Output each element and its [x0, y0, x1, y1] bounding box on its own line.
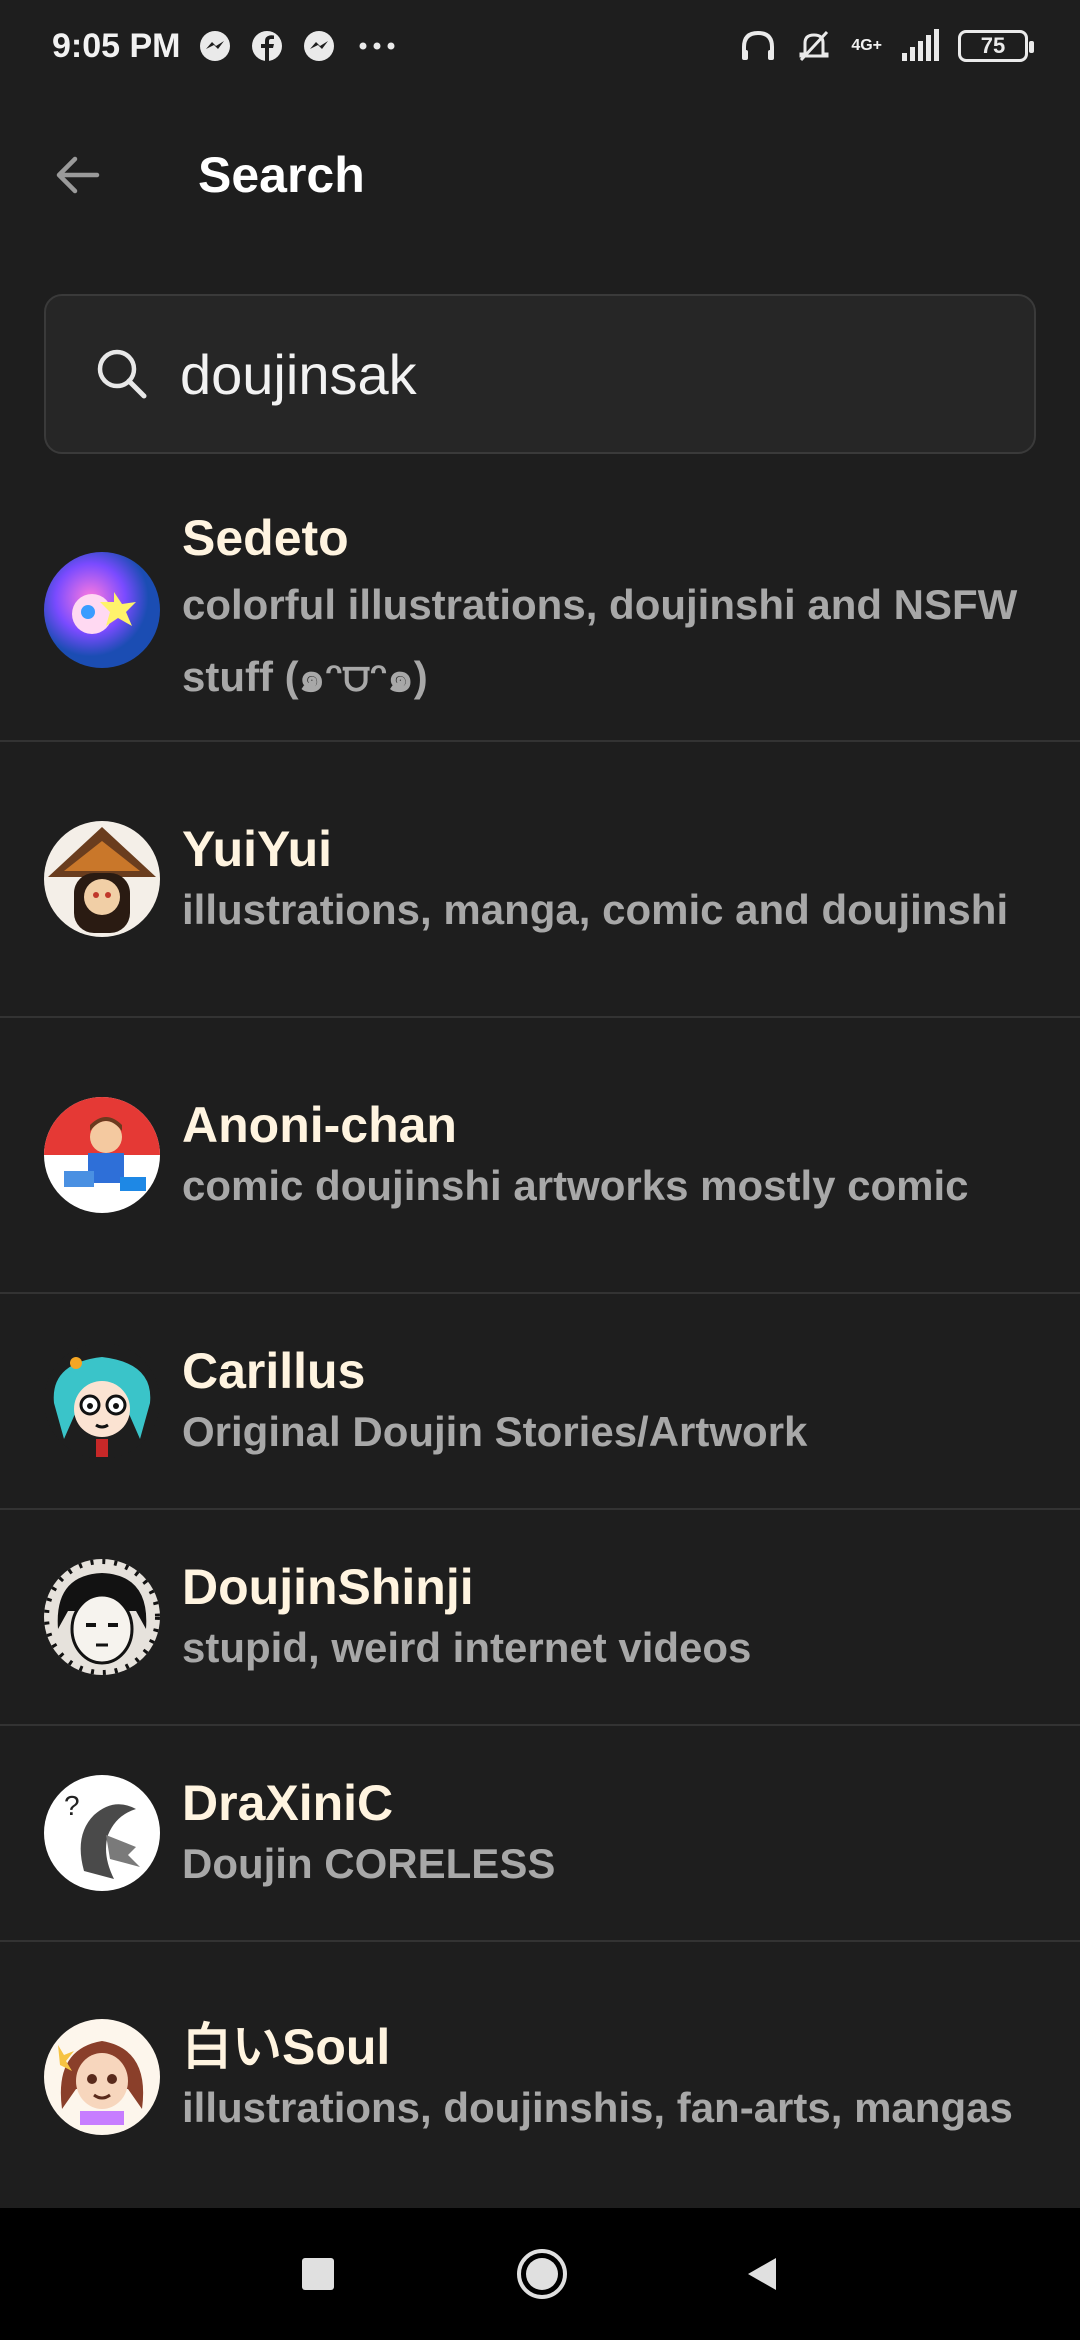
triangle-back-icon	[748, 2258, 776, 2290]
network-type: 4G+	[851, 37, 882, 54]
result-description: colorful illustrations, doujinshi and NS…	[182, 581, 1018, 700]
result-name: 白いSoul	[182, 2019, 391, 2075]
search-box[interactable]	[44, 294, 1036, 454]
search-icon	[97, 349, 147, 399]
messenger-icon	[303, 31, 334, 61]
result-name: Anoni-chan	[182, 1097, 457, 1153]
system-nav-bar	[0, 2208, 1080, 2340]
result-description: illustrations, manga, comic and doujinsh…	[182, 886, 1009, 933]
status-bar: 9:05 PM 4G+ 75	[0, 0, 1080, 92]
back-button[interactable]	[44, 142, 110, 208]
home-button[interactable]	[510, 2242, 574, 2306]
result-item[interactable]: Anoni-chan comic doujinshi artworks most…	[0, 1018, 1080, 1294]
result-item[interactable]: Carillus Original Doujin Stories/Artwork	[0, 1294, 1080, 1510]
result-name: DraXiniC	[182, 1775, 394, 1831]
arrow-left-icon	[56, 156, 100, 194]
avatar	[44, 1097, 160, 1213]
result-description: Original Doujin Stories/Artwork	[182, 1408, 808, 1455]
headphones-icon	[742, 30, 775, 60]
square-icon	[302, 2258, 334, 2290]
result-name: YuiYui	[182, 821, 333, 877]
mute-icon	[799, 30, 829, 62]
signal-icon	[902, 29, 939, 61]
avatar	[44, 1343, 160, 1459]
battery-icon: 75	[958, 30, 1034, 62]
avatar	[44, 1559, 160, 1675]
more-dots-icon	[359, 42, 394, 50]
avatar	[44, 2019, 160, 2135]
messenger-icon	[199, 31, 230, 61]
result-name: Carillus	[182, 1343, 366, 1399]
search-results-list: Sedeto colorful illustrations, doujinshi…	[0, 480, 1080, 2212]
result-description: stupid, weird internet videos	[182, 1624, 752, 1671]
result-description: illustrations, doujinshis, fan-arts, man…	[182, 2084, 1013, 2131]
recents-button[interactable]	[286, 2242, 350, 2306]
result-item[interactable]: DoujinShinji stupid, weird internet vide…	[0, 1510, 1080, 1726]
status-time: 9:05 PM	[52, 26, 181, 65]
back-nav-button[interactable]	[730, 2242, 794, 2306]
result-name: Sedeto	[182, 510, 349, 566]
status-right: 4G+ 75	[739, 28, 1034, 64]
svg-text:?: ?	[64, 1790, 80, 1821]
page-title: Search	[198, 147, 365, 203]
status-left: 9:05 PM	[52, 27, 401, 66]
result-item[interactable]: ? DraXiniC Doujin CORELESS	[0, 1726, 1080, 1942]
result-item[interactable]: Sedeto colorful illustrations, doujinshi…	[0, 480, 1080, 742]
result-description: comic doujinshi artworks mostly comic	[182, 1162, 969, 1209]
search-input[interactable]	[178, 340, 978, 408]
result-description: Doujin CORELESS	[182, 1840, 556, 1887]
result-item[interactable]: YuiYui illustrations, manga, comic and d…	[0, 742, 1080, 1018]
header: Search	[0, 120, 1080, 230]
battery-level: 75	[980, 33, 1006, 58]
avatar	[44, 821, 160, 937]
result-item[interactable]: 白いSoul illustrations, doujinshis, fan-ar…	[0, 1942, 1080, 2212]
circle-icon	[517, 2249, 567, 2299]
result-name: DoujinShinji	[182, 1559, 474, 1615]
avatar: ?	[44, 1775, 160, 1891]
avatar	[44, 552, 160, 668]
facebook-icon	[251, 31, 282, 61]
